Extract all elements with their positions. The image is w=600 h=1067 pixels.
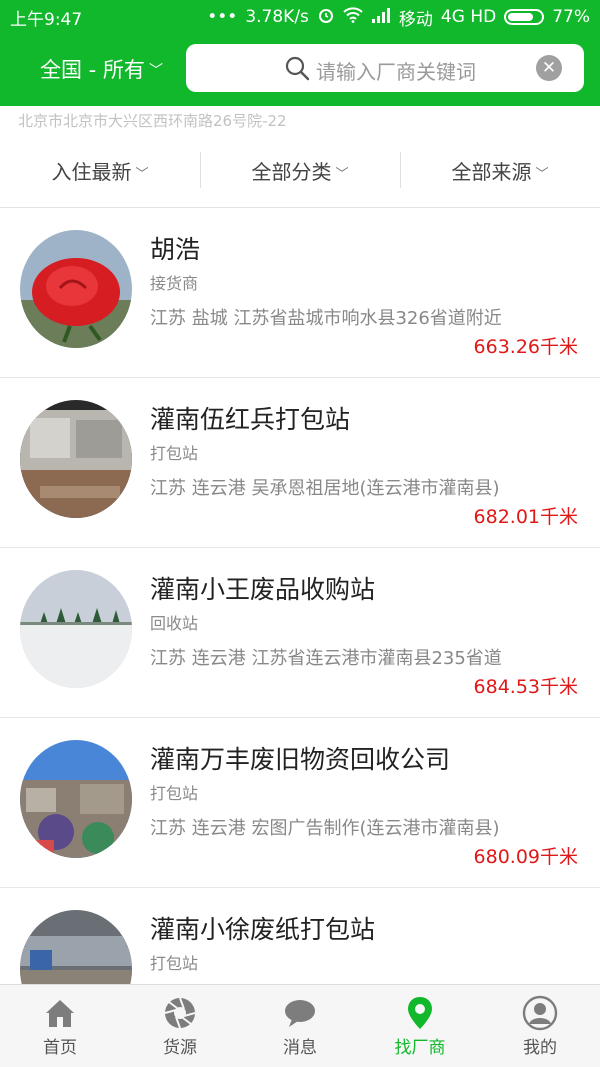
user-icon: [522, 995, 558, 1031]
vendor-type: 回收站: [150, 614, 199, 633]
vendor-distance: 684.53千米: [473, 676, 578, 698]
filter-label: 入住最新: [51, 160, 132, 184]
avatar: [20, 910, 132, 984]
vendor-list: 胡浩 接货商 江苏 盐城 江苏省盐城市响水县326省道附近 663.26千米 灌…: [0, 208, 600, 984]
status-indicators: ••• 3.78K/s 移动 4G HD 77%: [207, 5, 590, 30]
chevron-down-icon: ﹀: [135, 166, 149, 182]
avatar: [20, 570, 132, 688]
search-icon: [285, 56, 310, 81]
list-item[interactable]: 灌南小王废品收购站 回收站 江苏 连云港 江苏省连云港市灌南县235省道 684…: [0, 548, 600, 718]
vendor-distance: 663.26千米: [473, 336, 578, 358]
wifi-icon: [343, 6, 363, 28]
region-selector[interactable]: 全国 - 所有 ﹀: [40, 54, 163, 84]
vendor-distance: 682.01千米: [473, 506, 578, 528]
tab-profile[interactable]: 我的: [480, 985, 600, 1067]
home-icon: [46, 1000, 74, 1027]
battery-icon: [504, 9, 545, 25]
tab-home[interactable]: 首页: [0, 985, 120, 1067]
vendor-address: 江苏 连云港 宏图广告制作(连云港市灌南县): [150, 818, 500, 839]
filter-newest[interactable]: 入住最新 ﹀: [0, 134, 200, 207]
list-item[interactable]: 灌南伍红兵打包站 打包站 江苏 连云港 吴承恩祖居地(连云港市灌南县) 682.…: [0, 378, 600, 548]
avatar: [20, 400, 132, 518]
vendor-distance: 680.09千米: [473, 846, 578, 868]
status-dots: •••: [207, 7, 238, 27]
network-speed: 3.78K/s: [245, 7, 309, 27]
location-pin-icon: [408, 997, 432, 1029]
chevron-down-icon: ﹀: [535, 166, 549, 182]
filter-label: 全部分类: [251, 160, 332, 184]
tab-goods[interactable]: 货源: [120, 985, 240, 1067]
vendor-name: 灌南伍红兵打包站: [150, 405, 351, 434]
tab-find-vendor[interactable]: 找厂商: [360, 985, 480, 1067]
chat-bubble-icon: [285, 1000, 315, 1027]
avatar: [20, 740, 132, 858]
tab-label: 找厂商: [394, 1038, 446, 1058]
list-item[interactable]: 胡浩 接货商 江苏 盐城 江苏省盐城市响水县326省道附近 663.26千米: [0, 208, 600, 378]
vendor-type: 打包站: [150, 954, 199, 973]
tab-label: 我的: [523, 1038, 557, 1058]
current-address: 北京市北京市大兴区西环南路26号院-22: [18, 112, 287, 130]
vendor-address: 江苏 盐城 江苏省盐城市响水县326省道附近: [150, 308, 502, 329]
alarm-icon: [317, 6, 335, 29]
search-input[interactable]: 请输入厂商关键词: [316, 56, 476, 85]
vendor-address: 江苏 连云港 江苏省连云港市灌南县235省道: [150, 648, 502, 669]
status-bar: 上午9:47 ••• 3.78K/s 移动 4G HD 77%: [0, 0, 600, 34]
filter-source[interactable]: 全部来源 ﹀: [400, 134, 600, 207]
list-item[interactable]: 灌南万丰废旧物资回收公司 打包站 江苏 连云港 宏图广告制作(连云港市灌南县) …: [0, 718, 600, 888]
filter-bar: 入住最新 ﹀ 全部分类 ﹀ 全部来源 ﹀: [0, 134, 600, 208]
list-item[interactable]: 灌南小徐废纸打包站 打包站: [0, 888, 600, 984]
tab-label: 货源: [163, 1038, 197, 1058]
battery-percent: 77%: [552, 7, 590, 27]
vendor-name: 胡浩: [150, 235, 201, 264]
signal-icon: [371, 7, 391, 28]
vendor-name: 灌南小王废品收购站: [150, 575, 376, 604]
tab-messages[interactable]: 消息: [240, 985, 360, 1067]
search-box[interactable]: 请输入厂商关键词 ✕: [186, 44, 584, 92]
vendor-type: 打包站: [150, 444, 199, 463]
vendor-name: 灌南小徐废纸打包站: [150, 915, 376, 944]
aperture-icon: [164, 997, 196, 1029]
tab-label: 消息: [283, 1038, 317, 1058]
vendor-address: 江苏 连云港 吴承恩祖居地(连云港市灌南县): [150, 478, 500, 499]
top-header: 全国 - 所有 ﹀ 请输入厂商关键词 ✕: [0, 34, 600, 106]
vendor-name: 灌南万丰废旧物资回收公司: [150, 745, 451, 774]
avatar: [20, 230, 132, 348]
chevron-down-icon: ﹀: [148, 63, 163, 79]
clear-icon[interactable]: ✕: [536, 55, 562, 81]
carrier-label: 移动: [398, 9, 433, 30]
vendor-type: 接货商: [150, 274, 199, 293]
network-type: 4G HD: [440, 7, 497, 27]
status-time: 上午9:47: [10, 9, 83, 30]
filter-label: 全部来源: [451, 160, 532, 184]
tab-label: 首页: [43, 1038, 77, 1058]
vendor-type: 打包站: [150, 784, 199, 803]
bottom-tab-bar: 首页 货源 消息 找厂商 我的: [0, 984, 600, 1067]
region-label: 全国 - 所有: [40, 58, 145, 82]
chevron-down-icon: ﹀: [335, 166, 349, 182]
filter-category[interactable]: 全部分类 ﹀: [200, 134, 400, 207]
